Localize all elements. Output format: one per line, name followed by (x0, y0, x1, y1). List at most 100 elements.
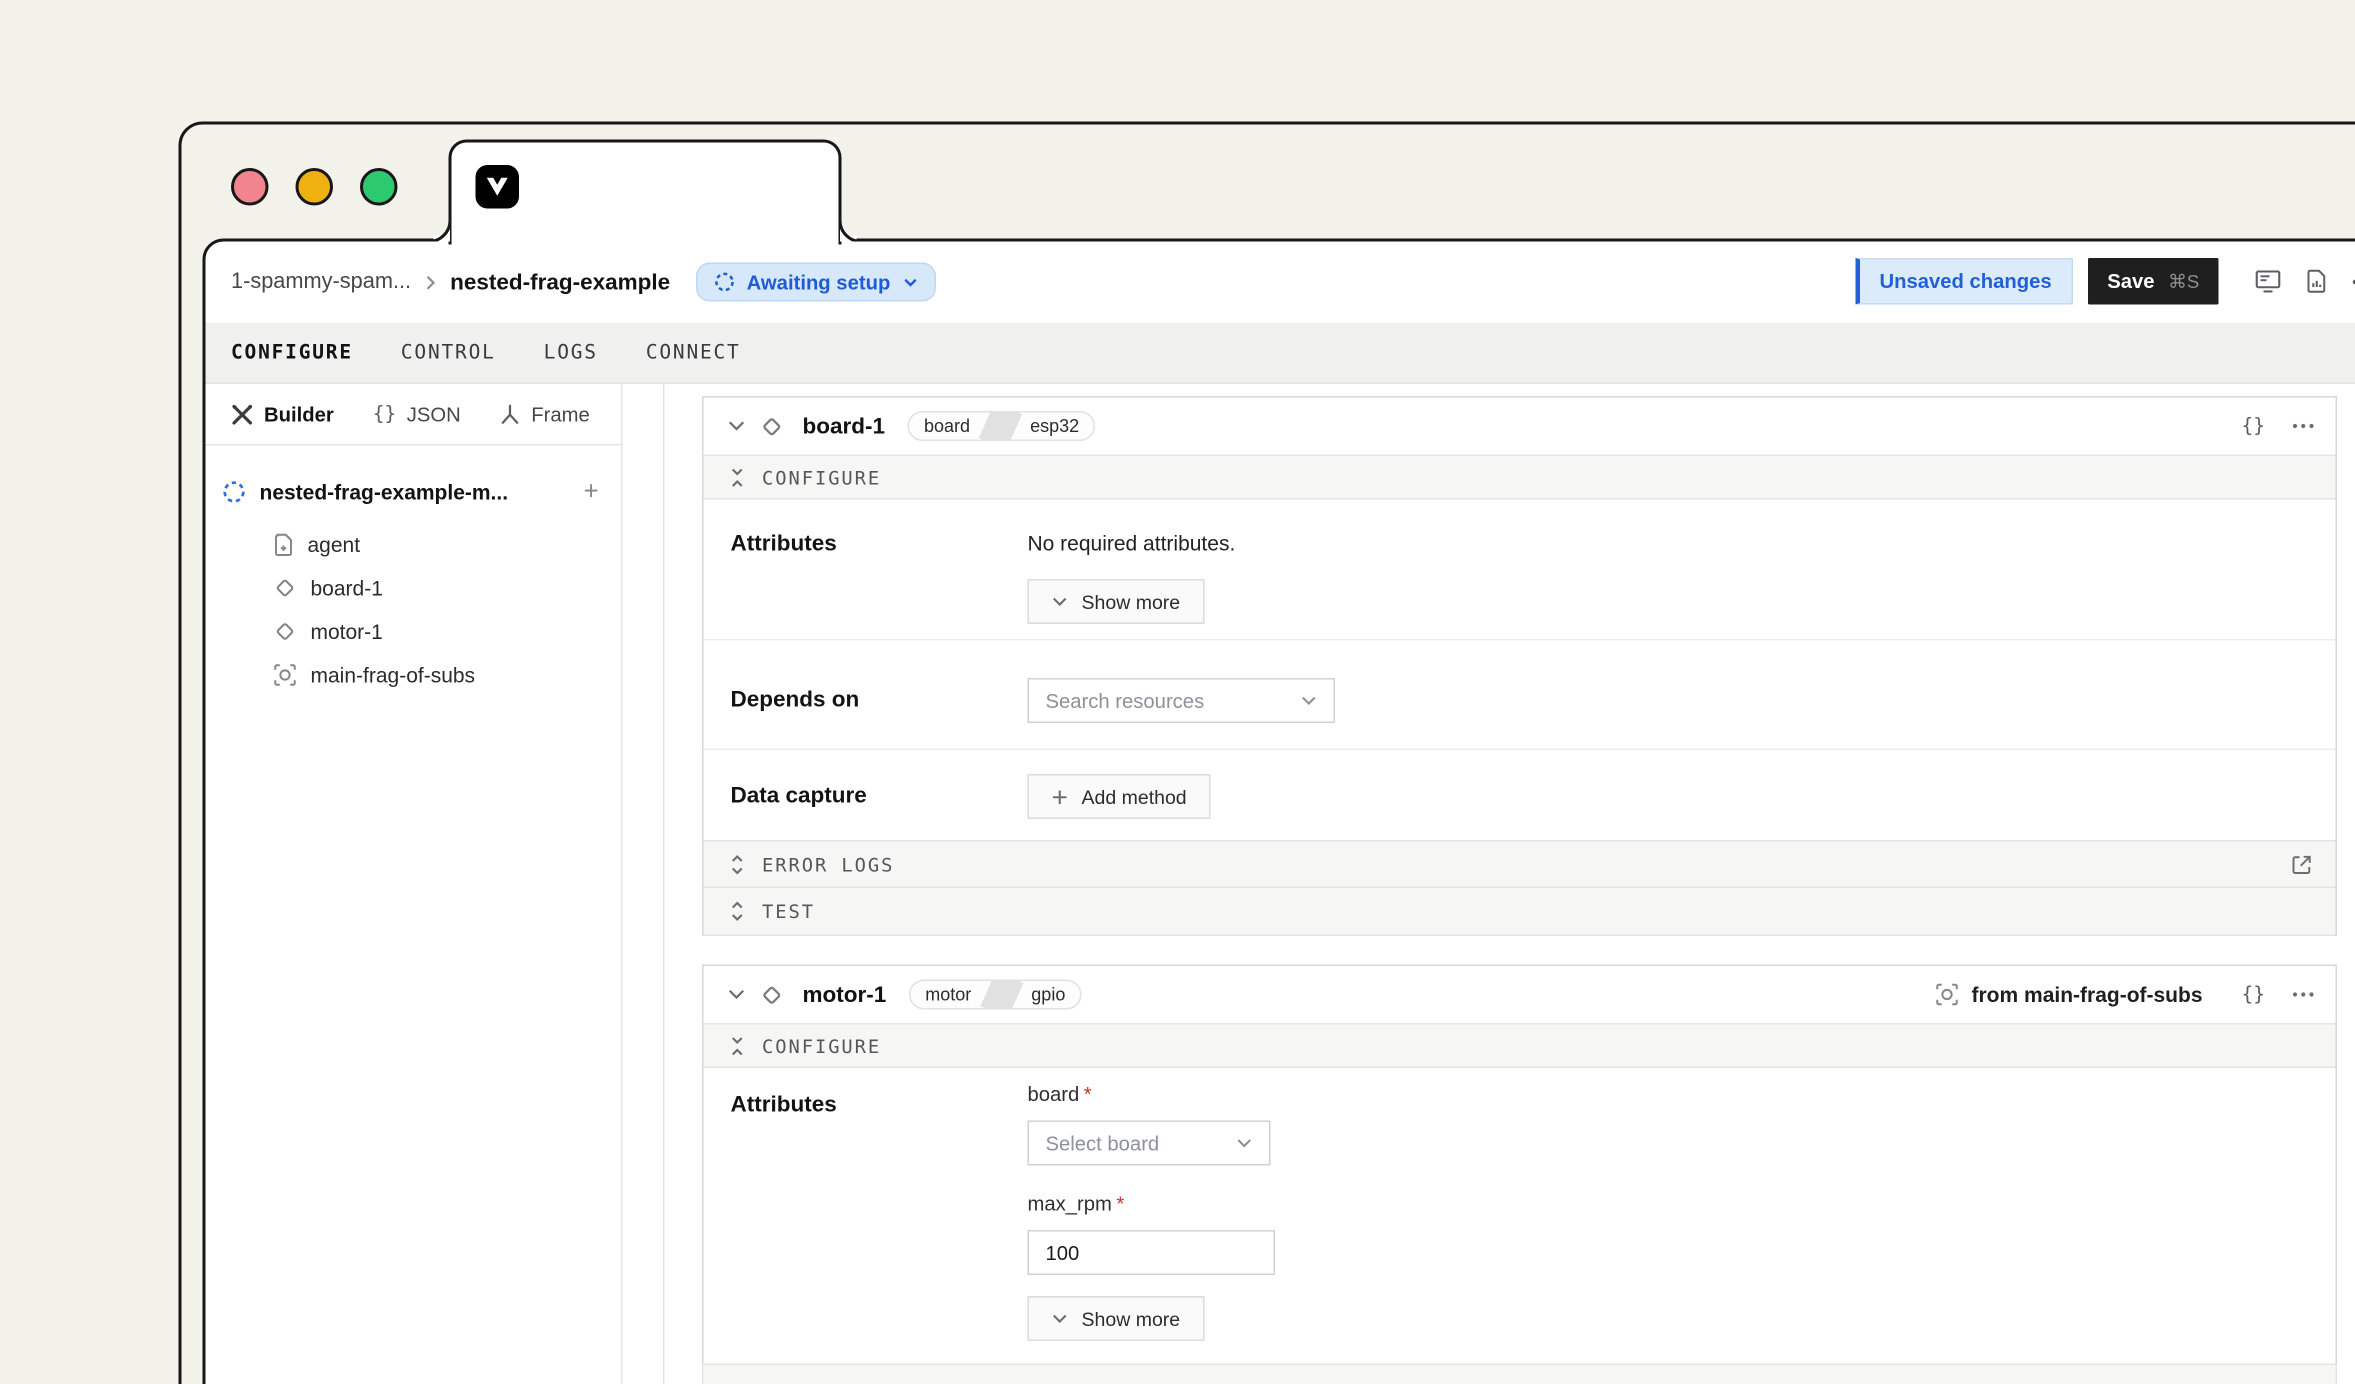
resource-card-motor-1: motor-1 motor gpio from main-frag-of-sub… (702, 965, 2337, 1384)
more-actions-icon[interactable] (2292, 992, 2315, 998)
resource-type: board (909, 413, 985, 440)
breadcrumb-current: nested-frag-example (450, 269, 670, 295)
file-report-icon[interactable] (2306, 269, 2329, 295)
dashed-circle-status-icon (714, 272, 735, 293)
sidebar: Builder {} JSON Frame (206, 384, 623, 1384)
board-card-header: board-1 board esp32 {} (704, 398, 2336, 455)
machine-page-icon[interactable] (2255, 269, 2282, 295)
add-resource-button[interactable]: + (579, 477, 603, 507)
browser-tab[interactable] (449, 140, 842, 245)
tree-item-label: main-frag-of-subs (311, 662, 476, 686)
tools-icon (231, 403, 254, 426)
board-field-label: board* (1028, 1083, 2312, 1106)
board-select[interactable]: Select board (1028, 1121, 1271, 1166)
chevron-down-icon (1301, 695, 1318, 706)
tree-item-board-1[interactable]: board-1 (222, 566, 603, 610)
frame-axes-icon (500, 403, 521, 426)
view-json[interactable]: {} JSON (373, 403, 461, 426)
resource-type: motor (910, 981, 986, 1008)
chevron-down-icon (1236, 1138, 1253, 1149)
attributes-label: Attributes (731, 531, 1028, 639)
dashed-circle-icon (222, 480, 246, 504)
required-asterisk: * (1084, 1083, 1092, 1106)
view-frame[interactable]: Frame (500, 403, 590, 426)
chevron-down-icon (1052, 1313, 1069, 1324)
collapse-chevron-icon[interactable] (728, 989, 746, 1001)
show-more-label: Show more (1082, 1307, 1181, 1330)
depends-on-placeholder: Search resources (1046, 689, 1301, 712)
chevron-down-icon (902, 277, 917, 288)
depends-on-row: Depends on Search resources (704, 641, 2336, 751)
tree-root-machine[interactable]: nested-frag-example-m... + (222, 474, 603, 510)
resource-name: motor-1 (803, 982, 887, 1008)
show-more-button[interactable]: Show more (1028, 1296, 1205, 1341)
maximize-window-button[interactable] (360, 168, 398, 206)
attributes-label: Attributes (731, 1083, 1028, 1341)
more-actions-icon[interactable] (2292, 423, 2315, 429)
error-logs-section-bar[interactable]: ERROR LOGS (704, 840, 2336, 888)
resource-model: gpio (1016, 981, 1080, 1008)
motor-attributes-area: Attributes board* Select board max_rpm* (704, 1068, 2336, 1341)
open-external-icon[interactable] (2291, 853, 2314, 876)
breadcrumb-parent[interactable]: 1-spammy-spam... (231, 270, 411, 294)
configure-section-label: CONFIGURE (762, 1034, 881, 1057)
collapse-chevron-icon[interactable] (728, 420, 746, 432)
configure-section-bar[interactable]: CONFIGURE (704, 1023, 2336, 1068)
data-capture-label: Data capture (731, 774, 1028, 840)
depends-on-select[interactable]: Search resources (1028, 678, 1336, 723)
json-braces-icon[interactable]: {} (2242, 415, 2265, 438)
close-window-button[interactable] (231, 168, 269, 206)
collapse-vertical-icon (729, 1036, 746, 1056)
view-json-label: JSON (407, 403, 461, 426)
resource-model: esp32 (1015, 413, 1094, 440)
tab-flare-right (840, 221, 861, 242)
minimize-window-button[interactable] (296, 168, 334, 206)
file-plus-icon (273, 532, 294, 556)
tree-item-label: agent (308, 532, 361, 556)
save-shortcut: ⌘S (2168, 270, 2199, 293)
configure-section-bar[interactable]: CONFIGURE (704, 455, 2336, 500)
machine-status-chip[interactable]: Awaiting setup (696, 263, 936, 302)
view-builder-label: Builder (264, 403, 334, 426)
json-braces-icon[interactable]: {} (2242, 983, 2265, 1006)
data-capture-row: Data capture Add method (704, 750, 2336, 840)
app-content: 1-spammy-spam... nested-frag-example Awa… (203, 239, 2355, 1384)
view-builder[interactable]: Builder (231, 403, 334, 426)
resource-type-model-chip: board esp32 (908, 411, 1096, 441)
main-panel-divider (663, 384, 665, 1384)
max-rpm-input[interactable] (1028, 1230, 1276, 1275)
tree-item-main-frag-of-subs[interactable]: main-frag-of-subs (222, 653, 603, 697)
save-button[interactable]: Save ⌘S (2088, 258, 2219, 305)
viam-logo (476, 165, 520, 209)
tab-control[interactable]: CONTROL (401, 341, 496, 364)
show-more-label: Show more (1082, 590, 1181, 613)
test-section-bar[interactable]: TEST (704, 888, 2336, 936)
collapse-vertical-icon (729, 467, 746, 487)
tree-root-label: nested-frag-example-m... (260, 480, 566, 504)
tree-item-label: motor-1 (311, 619, 383, 643)
required-asterisk: * (1116, 1193, 1124, 1216)
unsaved-changes-button[interactable]: Unsaved changes (1856, 258, 2073, 305)
tree-item-agent[interactable]: agent (222, 522, 603, 566)
diamond-icon (759, 413, 785, 439)
add-method-label: Add method (1082, 785, 1187, 808)
tree-item-motor-1[interactable]: motor-1 (222, 609, 603, 653)
tab-connect[interactable]: CONNECT (646, 341, 741, 364)
chevron-down-icon (1052, 596, 1069, 607)
tab-configure[interactable]: CONFIGURE (231, 341, 353, 364)
header-actions: Unsaved changes Save ⌘S (1856, 258, 2355, 305)
board-select-placeholder: Select board (1046, 1132, 1237, 1155)
resource-tree: nested-frag-example-m... + agent board-1 (206, 446, 622, 697)
show-more-button[interactable]: Show more (1028, 579, 1205, 624)
next-section-bar-clipped (702, 1364, 2337, 1384)
resource-card-board-1: board-1 board esp32 {} CONFIGURE (702, 396, 2337, 936)
diamond-icon (273, 619, 297, 643)
tree-item-label: board-1 (311, 575, 383, 599)
page: 1-spammy-spam... nested-frag-example Awa… (0, 0, 2355, 1384)
resource-name: board-1 (803, 413, 886, 439)
fragment-icon (273, 662, 297, 686)
add-method-button[interactable]: Add method (1028, 774, 1211, 819)
tab-logs[interactable]: LOGS (544, 341, 598, 364)
tab-flare-left (429, 221, 450, 242)
attributes-row: Attributes No required attributes. Show … (704, 500, 2336, 641)
